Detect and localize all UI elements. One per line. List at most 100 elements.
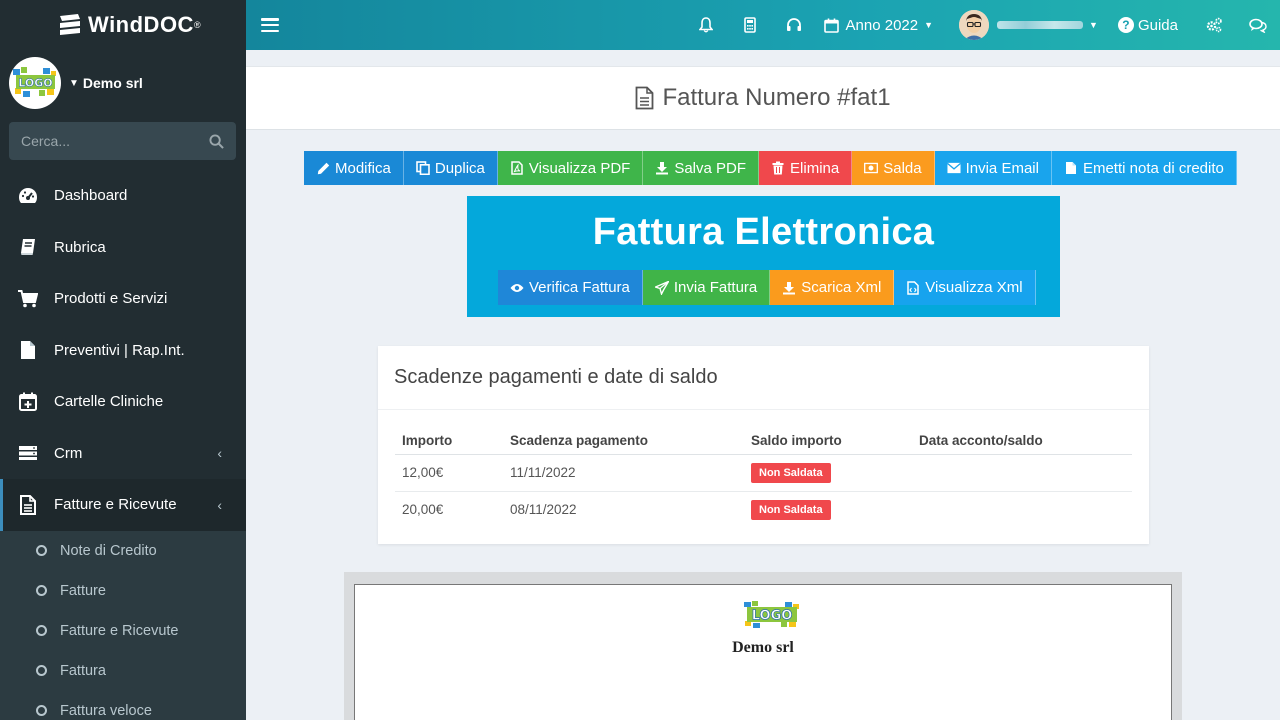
salva-pdf-button[interactable]: Salva PDF <box>643 151 760 185</box>
user-menu[interactable]: ▼ <box>947 0 1110 50</box>
salda-label: Salda <box>883 159 922 177</box>
table-header-row: Importo Scadenza pagamento Saldo importo… <box>395 428 1132 455</box>
company-switcher[interactable]: ▼ Demo srl <box>69 75 143 91</box>
notifications-button[interactable] <box>684 0 728 50</box>
bell-icon <box>698 17 713 33</box>
sidebar-item-dashboard[interactable]: Dashboard <box>0 170 246 222</box>
submenu-item-fattura-veloce[interactable]: Fattura veloce <box>0 691 246 720</box>
calendar-plus-icon <box>18 392 38 412</box>
username-redacted <box>997 21 1084 29</box>
submenu-item-fatture-ricevute[interactable]: Fatture e Ricevute <box>0 611 246 651</box>
sidebar-menu: Dashboard Rubrica Prodotti e Servizi Pre… <box>0 170 246 531</box>
submenu-item-fattura[interactable]: Fattura <box>0 651 246 691</box>
chat-button[interactable] <box>1236 0 1280 50</box>
invoice-company-name: Demo srl <box>732 639 794 656</box>
support-button[interactable] <box>772 0 816 50</box>
settings-button[interactable] <box>1192 0 1236 50</box>
money-icon <box>864 161 879 175</box>
brand-logo[interactable]: WindDOC ® <box>0 0 246 50</box>
elimina-button[interactable]: Elimina <box>759 151 853 185</box>
visualizza-pdf-button[interactable]: Visualizza PDF <box>497 151 644 185</box>
sidebar-item-label: Rubrica <box>54 238 106 256</box>
pencil-icon <box>316 161 330 175</box>
sidebar-item-fatture-ricevute[interactable]: Fatture e Ricevute ‹ <box>0 479 246 531</box>
invia-email-button[interactable]: Invia Email <box>934 151 1052 185</box>
table-row: 12,00€ 11/11/2022 Non Saldata <box>395 454 1132 492</box>
submenu-item-note-credito[interactable]: Note di Credito <box>0 531 246 571</box>
menu-toggle-icon[interactable] <box>261 18 279 32</box>
modifica-button[interactable]: Modifica <box>304 151 404 185</box>
submenu-item-label: Note di Credito <box>60 542 157 559</box>
saldo-cell: Non Saldata <box>744 491 912 528</box>
trash-icon <box>771 161 785 175</box>
sidebar-item-label: Preventivi | Rap.Int. <box>54 341 185 359</box>
download-icon <box>782 281 796 295</box>
file-text-icon <box>18 494 38 515</box>
submenu-item-fatture[interactable]: Fatture <box>0 571 246 611</box>
verifica-fattura-button[interactable]: Verifica Fattura <box>498 270 643 305</box>
duplica-button[interactable]: Duplica <box>403 151 498 185</box>
scarica-xml-button[interactable]: Scarica Xml <box>770 270 895 305</box>
invoice-actions-toolbar: Modifica Duplica Visualizza PDF Salva PD… <box>304 151 1237 185</box>
page-header: Fattura Numero #fat1 <box>246 66 1280 130</box>
sidebar-item-rubrica[interactable]: Rubrica <box>0 222 246 274</box>
sidebar-submenu: Note di Credito Fatture Fatture e Ricevu… <box>0 530 246 720</box>
duplica-label: Duplica <box>434 159 485 177</box>
copy-icon <box>416 161 430 175</box>
verifica-fattura-label: Verifica Fattura <box>529 279 630 296</box>
file-icon <box>18 340 38 360</box>
submenu-item-label: Fatture e Ricevute <box>60 622 179 639</box>
question-circle-icon: ? <box>1117 17 1134 33</box>
sidebar-item-label: Fatture e Ricevute <box>54 496 177 514</box>
sidebar-item-label: Dashboard <box>54 187 128 205</box>
book-icon <box>18 237 38 257</box>
circle-icon <box>36 545 47 556</box>
search-icon[interactable] <box>209 133 224 149</box>
logo-text: LOGO <box>18 77 52 90</box>
invia-fattura-label: Invia Fattura <box>673 279 758 296</box>
brand-registered: ® <box>193 20 202 30</box>
scadenze-table: Importo Scadenza pagamento Saldo importo… <box>395 428 1132 528</box>
circle-icon <box>36 625 47 636</box>
sidebar-item-label: Crm <box>54 444 83 462</box>
salda-button[interactable]: Salda <box>852 151 935 185</box>
submenu-item-label: Fattura veloce <box>60 702 152 719</box>
sidebar: WindDOC ® LOGO ▼ Demo srl Cerca... Dashb… <box>0 0 246 720</box>
data-saldo-cell <box>912 491 1132 528</box>
scadenze-title: Scadenze pagamenti e date di saldo <box>378 346 1149 410</box>
importo-cell: 12,00€ <box>395 454 503 492</box>
emetti-nota-credito-button[interactable]: Emetti nota di credito <box>1051 151 1237 185</box>
paper-plane-icon <box>654 280 669 295</box>
emetti-nota-credito-label: Emetti nota di credito <box>1082 159 1224 177</box>
sidebar-item-label: Prodotti e Servizi <box>54 290 168 308</box>
page-title: Fattura Numero #fat1 <box>635 84 891 112</box>
sidebar-item-cartelle[interactable]: Cartelle Cliniche <box>0 376 246 428</box>
help-button[interactable]: ? Guida <box>1110 17 1192 34</box>
fattura-elettronica-panel: Fattura Elettronica Verifica Fattura Inv… <box>467 196 1060 317</box>
sidebar-item-preventivi[interactable]: Preventivi | Rap.Int. <box>0 325 246 377</box>
column-header: Data acconto/saldo <box>912 428 1132 455</box>
fattura-elettronica-title: Fattura Elettronica <box>592 211 935 253</box>
circle-icon <box>36 705 47 716</box>
topbar: Anno 2022 ▼ ▼ ? Guida <box>246 0 1280 50</box>
download-icon <box>655 161 669 175</box>
invia-fattura-button[interactable]: Invia Fattura <box>642 270 771 305</box>
main-content: Fattura Numero #fat1 Modifica Duplica Vi… <box>246 50 1280 720</box>
invoice-preview-page[interactable]: LOGO Demo srl <box>354 584 1172 720</box>
sidebar-item-prodotti[interactable]: Prodotti e Servizi <box>0 273 246 325</box>
brand-name: WindDOC <box>88 12 194 37</box>
visualizza-pdf-label: Visualizza PDF <box>528 159 631 177</box>
invia-email-label: Invia Email <box>965 159 1039 177</box>
file-code-icon <box>906 280 920 295</box>
submenu-item-label: Fatture <box>60 582 106 599</box>
year-selector[interactable]: Anno 2022 ▼ <box>816 0 948 50</box>
status-badge: Non Saldata <box>751 499 831 520</box>
visualizza-xml-button[interactable]: Visualizza Xml <box>894 270 1036 305</box>
sidebar-item-crm[interactable]: Crm ‹ <box>0 428 246 480</box>
search-input[interactable] <box>21 133 209 149</box>
calculator-button[interactable] <box>728 0 772 50</box>
chevron-left-icon: ‹ <box>217 445 222 462</box>
fattura-elettronica-actions: Verifica Fattura Invia Fattura Scarica X… <box>498 270 1036 305</box>
caret-down-icon: ▼ <box>69 77 79 89</box>
column-header: Importo <box>395 428 503 455</box>
